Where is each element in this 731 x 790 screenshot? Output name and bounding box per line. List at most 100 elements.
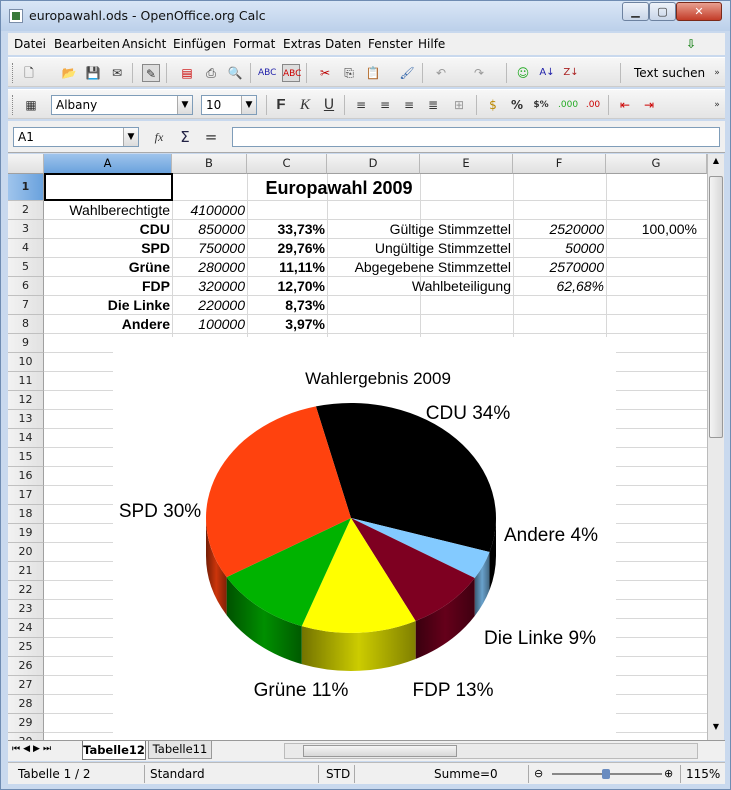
cell-value[interactable]: 4100000 — [172, 201, 247, 220]
save-icon[interactable]: 💾 — [84, 64, 102, 82]
column-header[interactable]: A — [44, 154, 172, 174]
scroll-down-icon[interactable]: ▼ — [709, 722, 723, 738]
row-header[interactable]: 19 — [8, 524, 44, 543]
increase-indent-icon[interactable]: ⇥ — [640, 96, 658, 114]
row-header[interactable]: 17 — [8, 486, 44, 505]
pie-chart[interactable]: Wahlergebnis 2009 CDU 34% SPD 30% Grüne 11… — [113, 337, 616, 740]
chevron-down-icon[interactable]: ▼ — [177, 96, 192, 114]
row-header[interactable]: 11 — [8, 372, 44, 391]
status-page-style[interactable]: Standard — [150, 767, 205, 781]
row-header[interactable]: 8 — [8, 315, 44, 334]
row-header[interactable]: 30 — [8, 733, 44, 740]
column-header[interactable]: D — [327, 154, 420, 174]
stat-value[interactable]: 50000 — [513, 239, 606, 258]
open-folder-icon[interactable]: 📂 — [60, 64, 78, 82]
stat-value[interactable]: 62,68% — [513, 277, 606, 296]
row-header[interactable]: 24 — [8, 619, 44, 638]
percent-format-icon[interactable]: % — [508, 96, 526, 114]
underline-icon[interactable]: U — [320, 96, 338, 114]
party-name[interactable]: Die Linke — [44, 296, 172, 315]
stat-label[interactable]: Ungültige Stimmzettel — [327, 239, 513, 258]
find-text-label[interactable]: Text suchen — [634, 66, 705, 80]
stat-label[interactable]: Abgegebene Stimmzettel — [327, 258, 513, 277]
party-pct[interactable]: 12,70% — [247, 277, 327, 296]
standard-format-icon[interactable]: $% — [532, 96, 550, 114]
maximize-button[interactable]: ▢ — [649, 2, 676, 21]
row-header[interactable]: 23 — [8, 600, 44, 619]
row-header[interactable]: 4 — [8, 239, 44, 258]
party-pct[interactable]: 11,11% — [247, 258, 327, 277]
update-download-icon[interactable]: ⇩ — [686, 37, 696, 51]
party-pct[interactable]: 3,97% — [247, 315, 327, 334]
menu-fenster[interactable]: Fenster — [368, 37, 413, 51]
sort-ascending-icon[interactable]: A↓ — [538, 64, 556, 82]
row-header[interactable]: 6 — [8, 277, 44, 296]
function-wizard-icon[interactable]: fx — [150, 128, 168, 146]
party-name[interactable]: Grüne — [44, 258, 172, 277]
align-right-icon[interactable]: ≡ — [400, 96, 418, 114]
chevron-down-icon[interactable]: ▼ — [241, 96, 256, 114]
font-size-box[interactable]: 10 ▼ — [201, 95, 257, 115]
italic-icon[interactable]: K — [296, 96, 314, 114]
party-pct[interactable]: 29,76% — [247, 239, 327, 258]
party-name[interactable]: FDP — [44, 277, 172, 296]
row-header[interactable]: 10 — [8, 353, 44, 372]
row-header[interactable]: 2 — [8, 201, 44, 220]
status-insert-mode[interactable]: STD — [326, 767, 350, 781]
party-name[interactable]: CDU — [44, 220, 172, 239]
menu-ansicht[interactable]: Ansicht — [122, 37, 166, 51]
toolbar-overflow-icon[interactable]: » — [708, 64, 726, 82]
name-box[interactable]: A1 ▼ — [13, 127, 139, 147]
row-header[interactable]: 20 — [8, 543, 44, 562]
justify-icon[interactable]: ≣ — [424, 96, 442, 114]
row-header[interactable]: 13 — [8, 410, 44, 429]
formula-input[interactable] — [232, 127, 720, 147]
party-name[interactable]: Andere — [44, 315, 172, 334]
cell-label[interactable]: Wahlberechtigte — [44, 201, 172, 220]
row-header[interactable]: 16 — [8, 467, 44, 486]
spreadsheet-grid[interactable]: A B C D E F G 1 2 3 4 5 6 7 8 9 10 11 12 13 14 15 16 17 1… — [8, 154, 707, 740]
status-zoom[interactable]: 115% — [686, 767, 720, 781]
row-header[interactable]: 12 — [8, 391, 44, 410]
row-header[interactable]: 29 — [8, 714, 44, 733]
font-name-box[interactable]: Albany ▼ — [51, 95, 193, 115]
row-header[interactable]: 5 — [8, 258, 44, 277]
zoom-out-icon[interactable]: ⊖ — [534, 767, 543, 780]
menu-daten[interactable]: Daten — [325, 37, 361, 51]
toolbar-overflow-icon[interactable]: » — [708, 96, 726, 114]
row-header[interactable]: 25 — [8, 638, 44, 657]
bold-icon[interactable]: F — [272, 96, 290, 114]
minimize-button[interactable]: ▁ — [622, 2, 649, 21]
stat-value[interactable]: 2520000 — [513, 220, 606, 239]
sum-icon[interactable]: Σ — [176, 128, 194, 146]
select-all-corner[interactable] — [8, 154, 44, 174]
stat-extra[interactable]: 100,00% — [606, 220, 699, 239]
print-icon[interactable]: ⎙ — [202, 64, 220, 82]
party-votes[interactable]: 280000 — [172, 258, 247, 277]
party-votes[interactable]: 850000 — [172, 220, 247, 239]
tab-tabelle12[interactable]: Tabelle12 — [82, 741, 146, 760]
party-votes[interactable]: 100000 — [172, 315, 247, 334]
stat-label[interactable]: Gültige Stimmzettel — [327, 220, 513, 239]
hyperlink-icon[interactable]: ☺ — [514, 64, 532, 82]
horizontal-scrollbar[interactable] — [284, 743, 698, 759]
column-header[interactable]: B — [172, 154, 247, 174]
row-header[interactable]: 28 — [8, 695, 44, 714]
add-decimal-icon[interactable]: .000 — [558, 96, 578, 114]
function-equals-icon[interactable]: = — [202, 128, 220, 146]
undo-icon[interactable]: ↶ — [432, 64, 450, 82]
row-header[interactable]: 15 — [8, 448, 44, 467]
paste-icon[interactable]: 📋 — [364, 64, 382, 82]
spellcheck-icon[interactable]: ABC — [258, 64, 276, 82]
row-header[interactable]: 7 — [8, 296, 44, 315]
currency-format-icon[interactable]: $ — [484, 96, 502, 114]
scrollbar-thumb[interactable] — [303, 745, 457, 757]
row-header[interactable]: 3 — [8, 220, 44, 239]
new-document-icon[interactable]: 🗋 — [20, 64, 38, 82]
styles-icon[interactable]: ▦ — [22, 96, 40, 114]
decrease-indent-icon[interactable]: ⇤ — [616, 96, 634, 114]
email-icon[interactable]: ✉ — [108, 64, 126, 82]
tab-tabelle11[interactable]: Tabelle11 — [148, 741, 212, 759]
edit-mode-icon[interactable]: ✎ — [142, 64, 160, 82]
vertical-scrollbar[interactable]: ▲ ▼ — [707, 154, 724, 740]
